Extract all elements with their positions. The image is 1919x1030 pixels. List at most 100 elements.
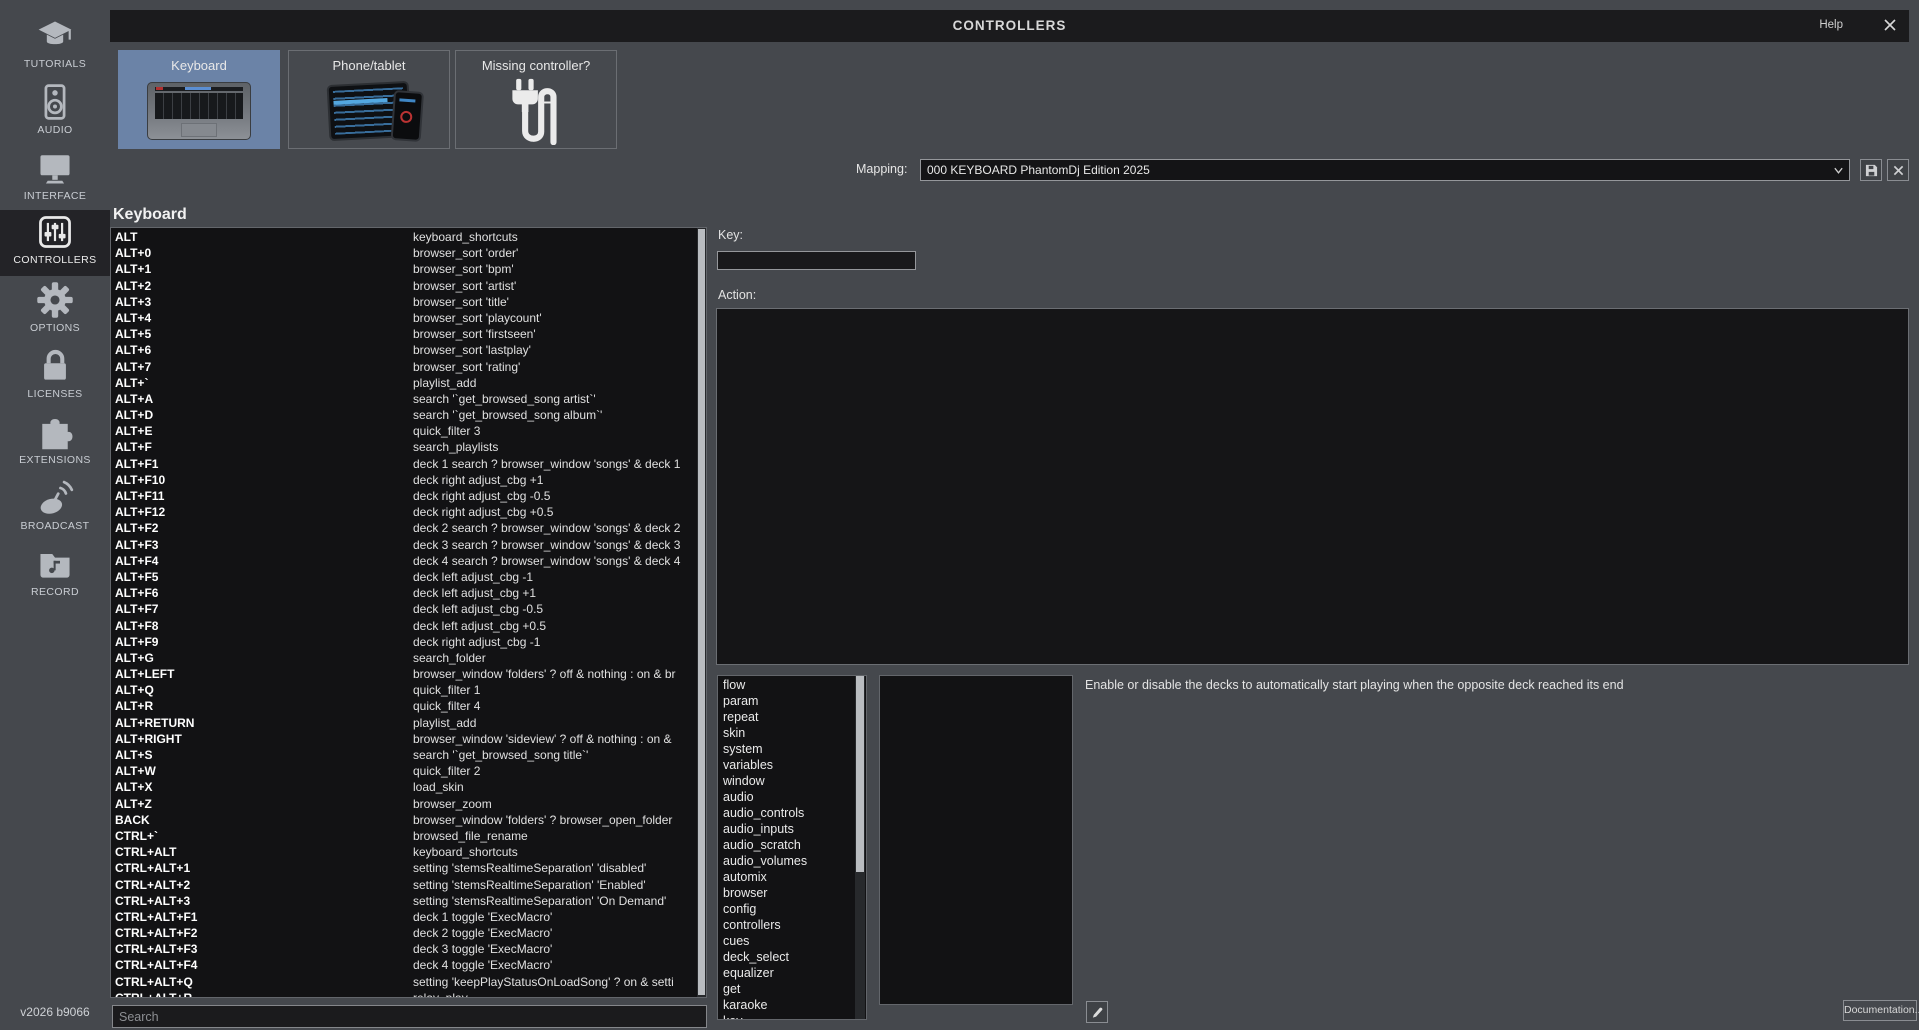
shortcut-row[interactable]: ALT+F12 deck right adjust_cbg +0.5 xyxy=(111,504,706,520)
shortcut-row[interactable]: ALT+D search '`get_browsed_song album`' xyxy=(111,407,706,423)
shortcut-row[interactable]: CTRL+ALT+2 setting 'stemsRealtimeSeparat… xyxy=(111,877,706,893)
category-item[interactable]: controllers xyxy=(718,917,866,933)
shortcut-row[interactable]: CTRL+ALT+Q setting 'keepPlayStatusOnLoad… xyxy=(111,974,706,990)
category-item[interactable]: flow xyxy=(718,677,866,693)
shortcut-list-scrollbar[interactable] xyxy=(697,228,706,997)
edit-button[interactable] xyxy=(1086,1001,1108,1023)
shortcut-row[interactable]: CTRL+ALT+3 setting 'stemsRealtimeSeparat… xyxy=(111,893,706,909)
shortcut-row[interactable]: CTRL+ALT keyboard_shortcuts xyxy=(111,844,706,860)
category-item[interactable]: system xyxy=(718,741,866,757)
shortcut-row[interactable]: ALT+F9 deck right adjust_cbg -1 xyxy=(111,634,706,650)
sidebar-item-tutorials[interactable]: TUTORIALS xyxy=(0,14,110,80)
shortcut-row[interactable]: ALT+F6 deck left adjust_cbg +1 xyxy=(111,585,706,601)
shortcut-row[interactable]: ALT+7 browser_sort 'rating' xyxy=(111,359,706,375)
search-input[interactable] xyxy=(112,1005,707,1028)
mapping-save-button[interactable] xyxy=(1860,159,1882,181)
shortcut-list[interactable]: ALT keyboard_shortcuts ALT+0 browser_sor… xyxy=(110,227,707,998)
category-item[interactable]: skin xyxy=(718,725,866,741)
shortcut-row[interactable]: ALT+G search_folder xyxy=(111,650,706,666)
category-item[interactable]: browser xyxy=(718,885,866,901)
category-item[interactable]: audio xyxy=(718,789,866,805)
shortcut-row[interactable]: ALT+LEFT browser_window 'folders' ? off … xyxy=(111,666,706,682)
shortcut-row[interactable]: ALT+2 browser_sort 'artist' xyxy=(111,278,706,294)
category-item[interactable]: variables xyxy=(718,757,866,773)
shortcut-row[interactable]: CTRL+ALT+1 setting 'stemsRealtimeSeparat… xyxy=(111,860,706,876)
tab-keyboard[interactable]: Keyboard xyxy=(118,50,280,149)
shortcut-row[interactable]: ALT+F10 deck right adjust_cbg +1 xyxy=(111,472,706,488)
shortcut-row[interactable]: CTRL+ALT+F4 deck 4 toggle 'ExecMacro' xyxy=(111,957,706,973)
shortcut-row[interactable]: CTRL+ALT+R relay_play xyxy=(111,990,706,998)
shortcut-row[interactable]: ALT+Q quick_filter 1 xyxy=(111,682,706,698)
sidebar-item-options[interactable]: OPTIONS xyxy=(0,278,110,344)
shortcut-row[interactable]: ALT+4 browser_sort 'playcount' xyxy=(111,310,706,326)
shortcut-row[interactable]: ALT+1 browser_sort 'bpm' xyxy=(111,261,706,277)
shortcut-row[interactable]: ALT+5 browser_sort 'firstseen' xyxy=(111,326,706,342)
shortcut-row[interactable]: ALT+F8 deck left adjust_cbg +0.5 xyxy=(111,618,706,634)
shortcut-row[interactable]: CTRL+ALT+F3 deck 3 toggle 'ExecMacro' xyxy=(111,941,706,957)
category-item[interactable]: audio_volumes xyxy=(718,853,866,869)
shortcut-row[interactable]: ALT+RETURN playlist_add xyxy=(111,715,706,731)
shortcut-row[interactable]: ALT+R quick_filter 4 xyxy=(111,698,706,714)
action-value-panel[interactable] xyxy=(879,675,1073,1005)
shortcut-row[interactable]: ALT+F11 deck right adjust_cbg -0.5 xyxy=(111,488,706,504)
close-icon[interactable] xyxy=(1883,18,1897,32)
shortcut-row[interactable]: CTRL+ALT+F1 deck 1 toggle 'ExecMacro' xyxy=(111,909,706,925)
shortcut-row[interactable]: CTRL+ALT+F2 deck 2 toggle 'ExecMacro' xyxy=(111,925,706,941)
action-textarea[interactable] xyxy=(716,308,1909,665)
tab-missing-controller[interactable]: Missing controller? xyxy=(455,50,617,149)
shortcut-row[interactable]: ALT+Z browser_zoom xyxy=(111,796,706,812)
category-item[interactable]: param xyxy=(718,693,866,709)
sidebar-item-audio[interactable]: AUDIO xyxy=(0,80,110,146)
key-input[interactable] xyxy=(717,251,916,270)
shortcut-row[interactable]: ALT keyboard_shortcuts xyxy=(111,229,706,245)
sidebar-item-controllers[interactable]: CONTROLLERS xyxy=(0,210,110,276)
documentation-button[interactable]: Documentation... xyxy=(1843,1000,1917,1021)
shortcut-row[interactable]: ALT+` playlist_add xyxy=(111,375,706,391)
scrollbar-thumb[interactable] xyxy=(698,229,705,995)
mapping-remove-button[interactable] xyxy=(1887,159,1909,181)
category-item[interactable]: audio_inputs xyxy=(718,821,866,837)
shortcut-row[interactable]: ALT+F2 deck 2 search ? browser_window 's… xyxy=(111,520,706,536)
category-item[interactable]: key xyxy=(718,1013,866,1020)
shortcut-row[interactable]: ALT+F5 deck left adjust_cbg -1 xyxy=(111,569,706,585)
shortcut-row[interactable]: ALT+F7 deck left adjust_cbg -0.5 xyxy=(111,601,706,617)
category-item[interactable]: audio_scratch xyxy=(718,837,866,853)
shortcut-row[interactable]: ALT+RIGHT browser_window 'sideview' ? of… xyxy=(111,731,706,747)
shortcut-action: browser_sort 'bpm' xyxy=(413,261,514,277)
category-item[interactable]: config xyxy=(718,901,866,917)
category-item[interactable]: audio_controls xyxy=(718,805,866,821)
shortcut-row[interactable]: ALT+6 browser_sort 'lastplay' xyxy=(111,342,706,358)
category-item[interactable]: karaoke xyxy=(718,997,866,1013)
tab-phone-tablet[interactable]: Phone/tablet xyxy=(288,50,450,149)
category-list-scrollbar[interactable] xyxy=(855,676,865,1019)
sidebar-item-record[interactable]: RECORD xyxy=(0,542,110,608)
shortcut-row[interactable]: ALT+F1 deck 1 search ? browser_window 's… xyxy=(111,456,706,472)
shortcut-row[interactable]: ALT+3 browser_sort 'title' xyxy=(111,294,706,310)
category-item[interactable]: get xyxy=(718,981,866,997)
mapping-select[interactable]: 000 KEYBOARD PhantomDj Edition 2025 xyxy=(920,159,1850,181)
shortcut-row[interactable]: ALT+X load_skin xyxy=(111,779,706,795)
sidebar-item-interface[interactable]: INTERFACE xyxy=(0,146,110,212)
sidebar-item-licenses[interactable]: LICENSES xyxy=(0,344,110,410)
shortcut-row[interactable]: ALT+0 browser_sort 'order' xyxy=(111,245,706,261)
sidebar-item-broadcast[interactable]: BROADCAST xyxy=(0,476,110,542)
shortcut-row[interactable]: CTRL+` browsed_file_rename xyxy=(111,828,706,844)
shortcut-row[interactable]: ALT+F search_playlists xyxy=(111,439,706,455)
shortcut-row[interactable]: BACK browser_window 'folders' ? browser_… xyxy=(111,812,706,828)
shortcut-row[interactable]: ALT+A search '`get_browsed_song artist`' xyxy=(111,391,706,407)
shortcut-row[interactable]: ALT+F3 deck 3 search ? browser_window 's… xyxy=(111,537,706,553)
category-item[interactable]: cues xyxy=(718,933,866,949)
shortcut-row[interactable]: ALT+F4 deck 4 search ? browser_window 's… xyxy=(111,553,706,569)
help-button[interactable]: Help xyxy=(1819,19,1843,31)
category-item[interactable]: window xyxy=(718,773,866,789)
scrollbar-thumb[interactable] xyxy=(856,676,864,872)
action-category-list[interactable]: flowparamrepeatskinsystemvariableswindow… xyxy=(717,675,867,1020)
category-item[interactable]: repeat xyxy=(718,709,866,725)
shortcut-row[interactable]: ALT+E quick_filter 3 xyxy=(111,423,706,439)
shortcut-row[interactable]: ALT+S search '`get_browsed_song title`' xyxy=(111,747,706,763)
category-item[interactable]: automix xyxy=(718,869,866,885)
category-item[interactable]: equalizer xyxy=(718,965,866,981)
category-item[interactable]: deck_select xyxy=(718,949,866,965)
sidebar-item-extensions[interactable]: EXTENSIONS xyxy=(0,410,110,476)
shortcut-row[interactable]: ALT+W quick_filter 2 xyxy=(111,763,706,779)
